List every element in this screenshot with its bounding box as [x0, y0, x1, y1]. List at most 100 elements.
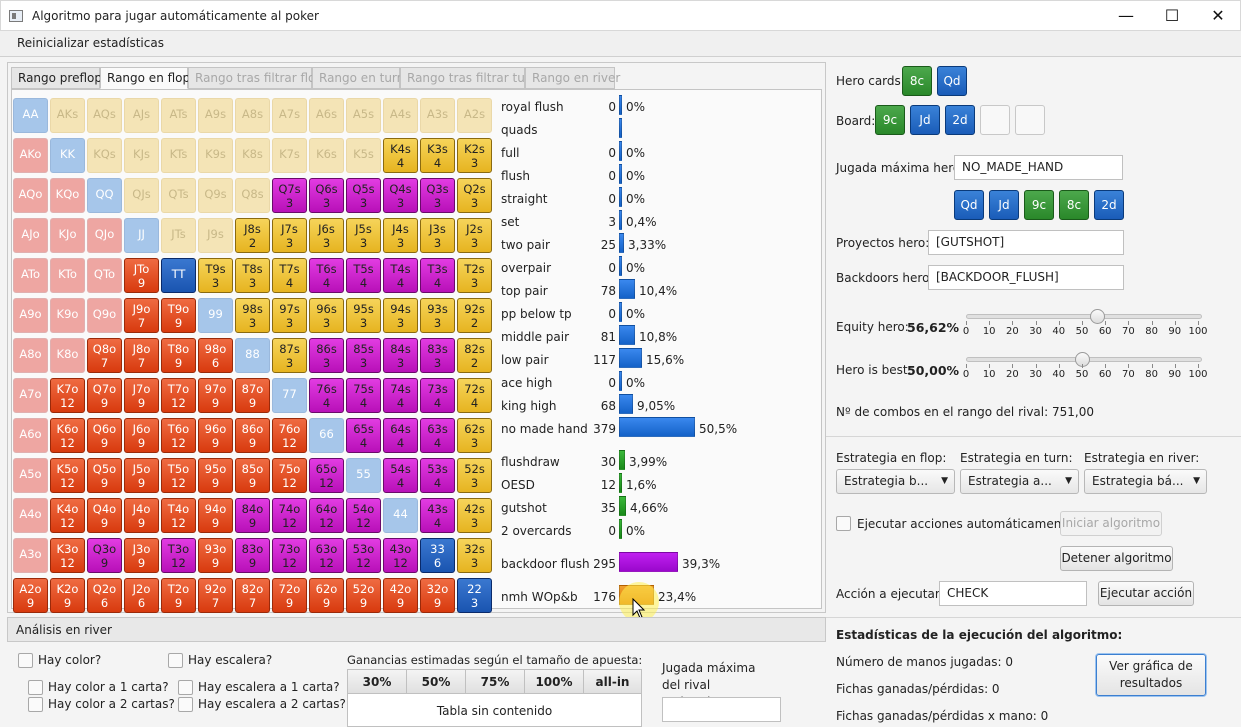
hand-cell-92o[interactable]: 92o 7	[198, 578, 233, 613]
hand-cell-A4o[interactable]: A4o	[13, 498, 48, 533]
hand-cell-T8o[interactable]: T8o 9	[161, 338, 196, 373]
accion-field[interactable]: CHECK	[939, 581, 1087, 606]
hand-cell-J4o[interactable]: J4o 9	[124, 498, 159, 533]
hand-cell-A7s[interactable]: A7s	[272, 98, 307, 133]
ejecutar-accion-button[interactable]: Ejecutar acción	[1098, 581, 1194, 606]
tab-rango-preflop[interactable]: Rango preflop	[11, 67, 102, 89]
hand-cell-K5s[interactable]: K5s	[346, 138, 381, 173]
hand-cell-J9o[interactable]: J9o 7	[124, 298, 159, 333]
hand-cell-QJo[interactable]: QJo	[87, 218, 122, 253]
hand-cell-Q9o[interactable]: Q9o	[87, 298, 122, 333]
hand-cell-86s[interactable]: 86s 3	[309, 338, 344, 373]
hand-cell-44[interactable]: 44	[383, 498, 418, 533]
column-header-all-in[interactable]: all-in	[584, 670, 641, 694]
hand-cell-77[interactable]: 77	[272, 378, 307, 413]
hand-cell-J2s[interactable]: J2s 3	[457, 218, 492, 253]
column-header-50[interactable]: 50%	[407, 670, 466, 694]
hand-cell-J7s[interactable]: J7s 3	[272, 218, 307, 253]
hand-cell-K4o[interactable]: K4o 12	[50, 498, 85, 533]
hand-cell-Q8o[interactable]: Q8o 7	[87, 338, 122, 373]
hand-cell-AQo[interactable]: AQo	[13, 178, 48, 213]
hand-cell-85o[interactable]: 85o 9	[235, 458, 270, 493]
hand-cell-95o[interactable]: 95o 9	[198, 458, 233, 493]
hand-cell-98s[interactable]: 98s 3	[235, 298, 270, 333]
hand-cell-87s[interactable]: 87s 3	[272, 338, 307, 373]
hand-cell-K6o[interactable]: K6o 12	[50, 418, 85, 453]
hand-cell-AA[interactable]: AA	[13, 98, 48, 133]
hay-escalera-1-checkbox[interactable]	[178, 680, 193, 695]
hand-cell-Q3o[interactable]: Q3o 9	[87, 538, 122, 573]
river-analysis-header[interactable]: Análisis en river	[7, 617, 826, 642]
ganancias-table[interactable]: 30% 50% 75% 100% all-in Tabla sin conten…	[347, 669, 642, 727]
hand-cell-Q6s[interactable]: Q6s 3	[309, 178, 344, 213]
hand-cell-93o[interactable]: 93o 9	[198, 538, 233, 573]
strat-turn-select[interactable]: Estrategia a... ▼	[960, 469, 1079, 494]
hand-cell-K8s[interactable]: K8s	[235, 138, 270, 173]
hand-cell-AJo[interactable]: AJo	[13, 218, 48, 253]
hand-cell-Q3s[interactable]: Q3s 3	[420, 178, 455, 213]
hand-cell-33[interactable]: 33 6	[420, 538, 455, 573]
hand-cell-AQs[interactable]: AQs	[87, 98, 122, 133]
hand-cell-94s[interactable]: 94s 3	[383, 298, 418, 333]
hand-cell-QTs[interactable]: QTs	[161, 178, 196, 213]
ver-grafica-button[interactable]: Ver gráfica de resultados	[1096, 654, 1206, 696]
hand-cell-Q8s[interactable]: Q8s	[235, 178, 270, 213]
equity-slider[interactable]	[966, 314, 1202, 319]
hand-cell-A2s[interactable]: A2s	[457, 98, 492, 133]
hand-cell-42s[interactable]: 42s 3	[457, 498, 492, 533]
hand-cell-KTs[interactable]: KTs	[161, 138, 196, 173]
hand-cell-73s[interactable]: 73s 4	[420, 378, 455, 413]
hand-cell-A6s[interactable]: A6s	[309, 98, 344, 133]
hand-cell-JJ[interactable]: JJ	[124, 218, 159, 253]
hand-cell-J3s[interactable]: J3s 3	[420, 218, 455, 253]
hand-cell-J9s[interactable]: J9s	[198, 218, 233, 253]
hand-cell-86o[interactable]: 86o 9	[235, 418, 270, 453]
hand-cell-AKo[interactable]: AKo	[13, 138, 48, 173]
hand-cell-84s[interactable]: 84s 3	[383, 338, 418, 373]
hand-cell-JTs[interactable]: JTs	[161, 218, 196, 253]
hand-cell-88[interactable]: 88	[235, 338, 270, 373]
hand-cell-Q5s[interactable]: Q5s 3	[346, 178, 381, 213]
hand-cell-K6s[interactable]: K6s	[309, 138, 344, 173]
hand-cell-A9s[interactable]: A9s	[198, 98, 233, 133]
hand-cell-Q2s[interactable]: Q2s 3	[457, 178, 492, 213]
hand-cell-76s[interactable]: 76s 4	[309, 378, 344, 413]
hand-cell-J8o[interactable]: J8o 7	[124, 338, 159, 373]
iniciar-algoritmo-button[interactable]: Iniciar algoritmo	[1060, 511, 1162, 536]
tab-rango-en-flop[interactable]: Rango en flop	[100, 67, 190, 89]
jugada-rival-field[interactable]	[662, 697, 781, 722]
hand-cell-T2o[interactable]: T2o 9	[161, 578, 196, 613]
hand-cell-J6s[interactable]: J6s 3	[309, 218, 344, 253]
hand-cell-Q9s[interactable]: Q9s	[198, 178, 233, 213]
hand-cell-A3s[interactable]: A3s	[420, 98, 455, 133]
hand-cell-83o[interactable]: 83o 9	[235, 538, 270, 573]
hand-cell-T7o[interactable]: T7o 12	[161, 378, 196, 413]
column-header-30[interactable]: 30%	[348, 670, 407, 694]
hand-cell-A9o[interactable]: A9o	[13, 298, 48, 333]
hand-cell-A8o[interactable]: A8o	[13, 338, 48, 373]
column-header-75[interactable]: 75%	[466, 670, 525, 694]
hand-cell-85s[interactable]: 85s 3	[346, 338, 381, 373]
hand-cell-A7o[interactable]: A7o	[13, 378, 48, 413]
hay-color-checkbox[interactable]	[18, 653, 33, 668]
hand-cell-82s[interactable]: 82s 2	[457, 338, 492, 373]
hand-cell-Q6o[interactable]: Q6o 9	[87, 418, 122, 453]
auto-actions-checkbox[interactable]	[836, 516, 851, 531]
hand-cell-76o[interactable]: 76o 12	[272, 418, 307, 453]
hand-cell-65s[interactable]: 65s 4	[346, 418, 381, 453]
hand-cell-Q4s[interactable]: Q4s 3	[383, 178, 418, 213]
hand-cell-KJs[interactable]: KJs	[124, 138, 159, 173]
hand-cell-T6o[interactable]: T6o 12	[161, 418, 196, 453]
hand-cell-A5s[interactable]: A5s	[346, 98, 381, 133]
hand-cell-22[interactable]: 22 3	[457, 578, 492, 613]
hand-cell-43s[interactable]: 43s 4	[420, 498, 455, 533]
hand-cell-92s[interactable]: 92s 2	[457, 298, 492, 333]
hand-cell-T9o[interactable]: T9o 9	[161, 298, 196, 333]
hand-cell-J8s[interactable]: J8s 2	[235, 218, 270, 253]
hand-cell-T7s[interactable]: T7s 4	[272, 258, 307, 293]
hand-cell-42o[interactable]: 42o 9	[383, 578, 418, 613]
hand-cell-KK[interactable]: KK	[50, 138, 85, 173]
hand-cell-32s[interactable]: 32s 3	[457, 538, 492, 573]
hand-cell-KJo[interactable]: KJo	[50, 218, 85, 253]
hand-cell-Q2o[interactable]: Q2o 6	[87, 578, 122, 613]
